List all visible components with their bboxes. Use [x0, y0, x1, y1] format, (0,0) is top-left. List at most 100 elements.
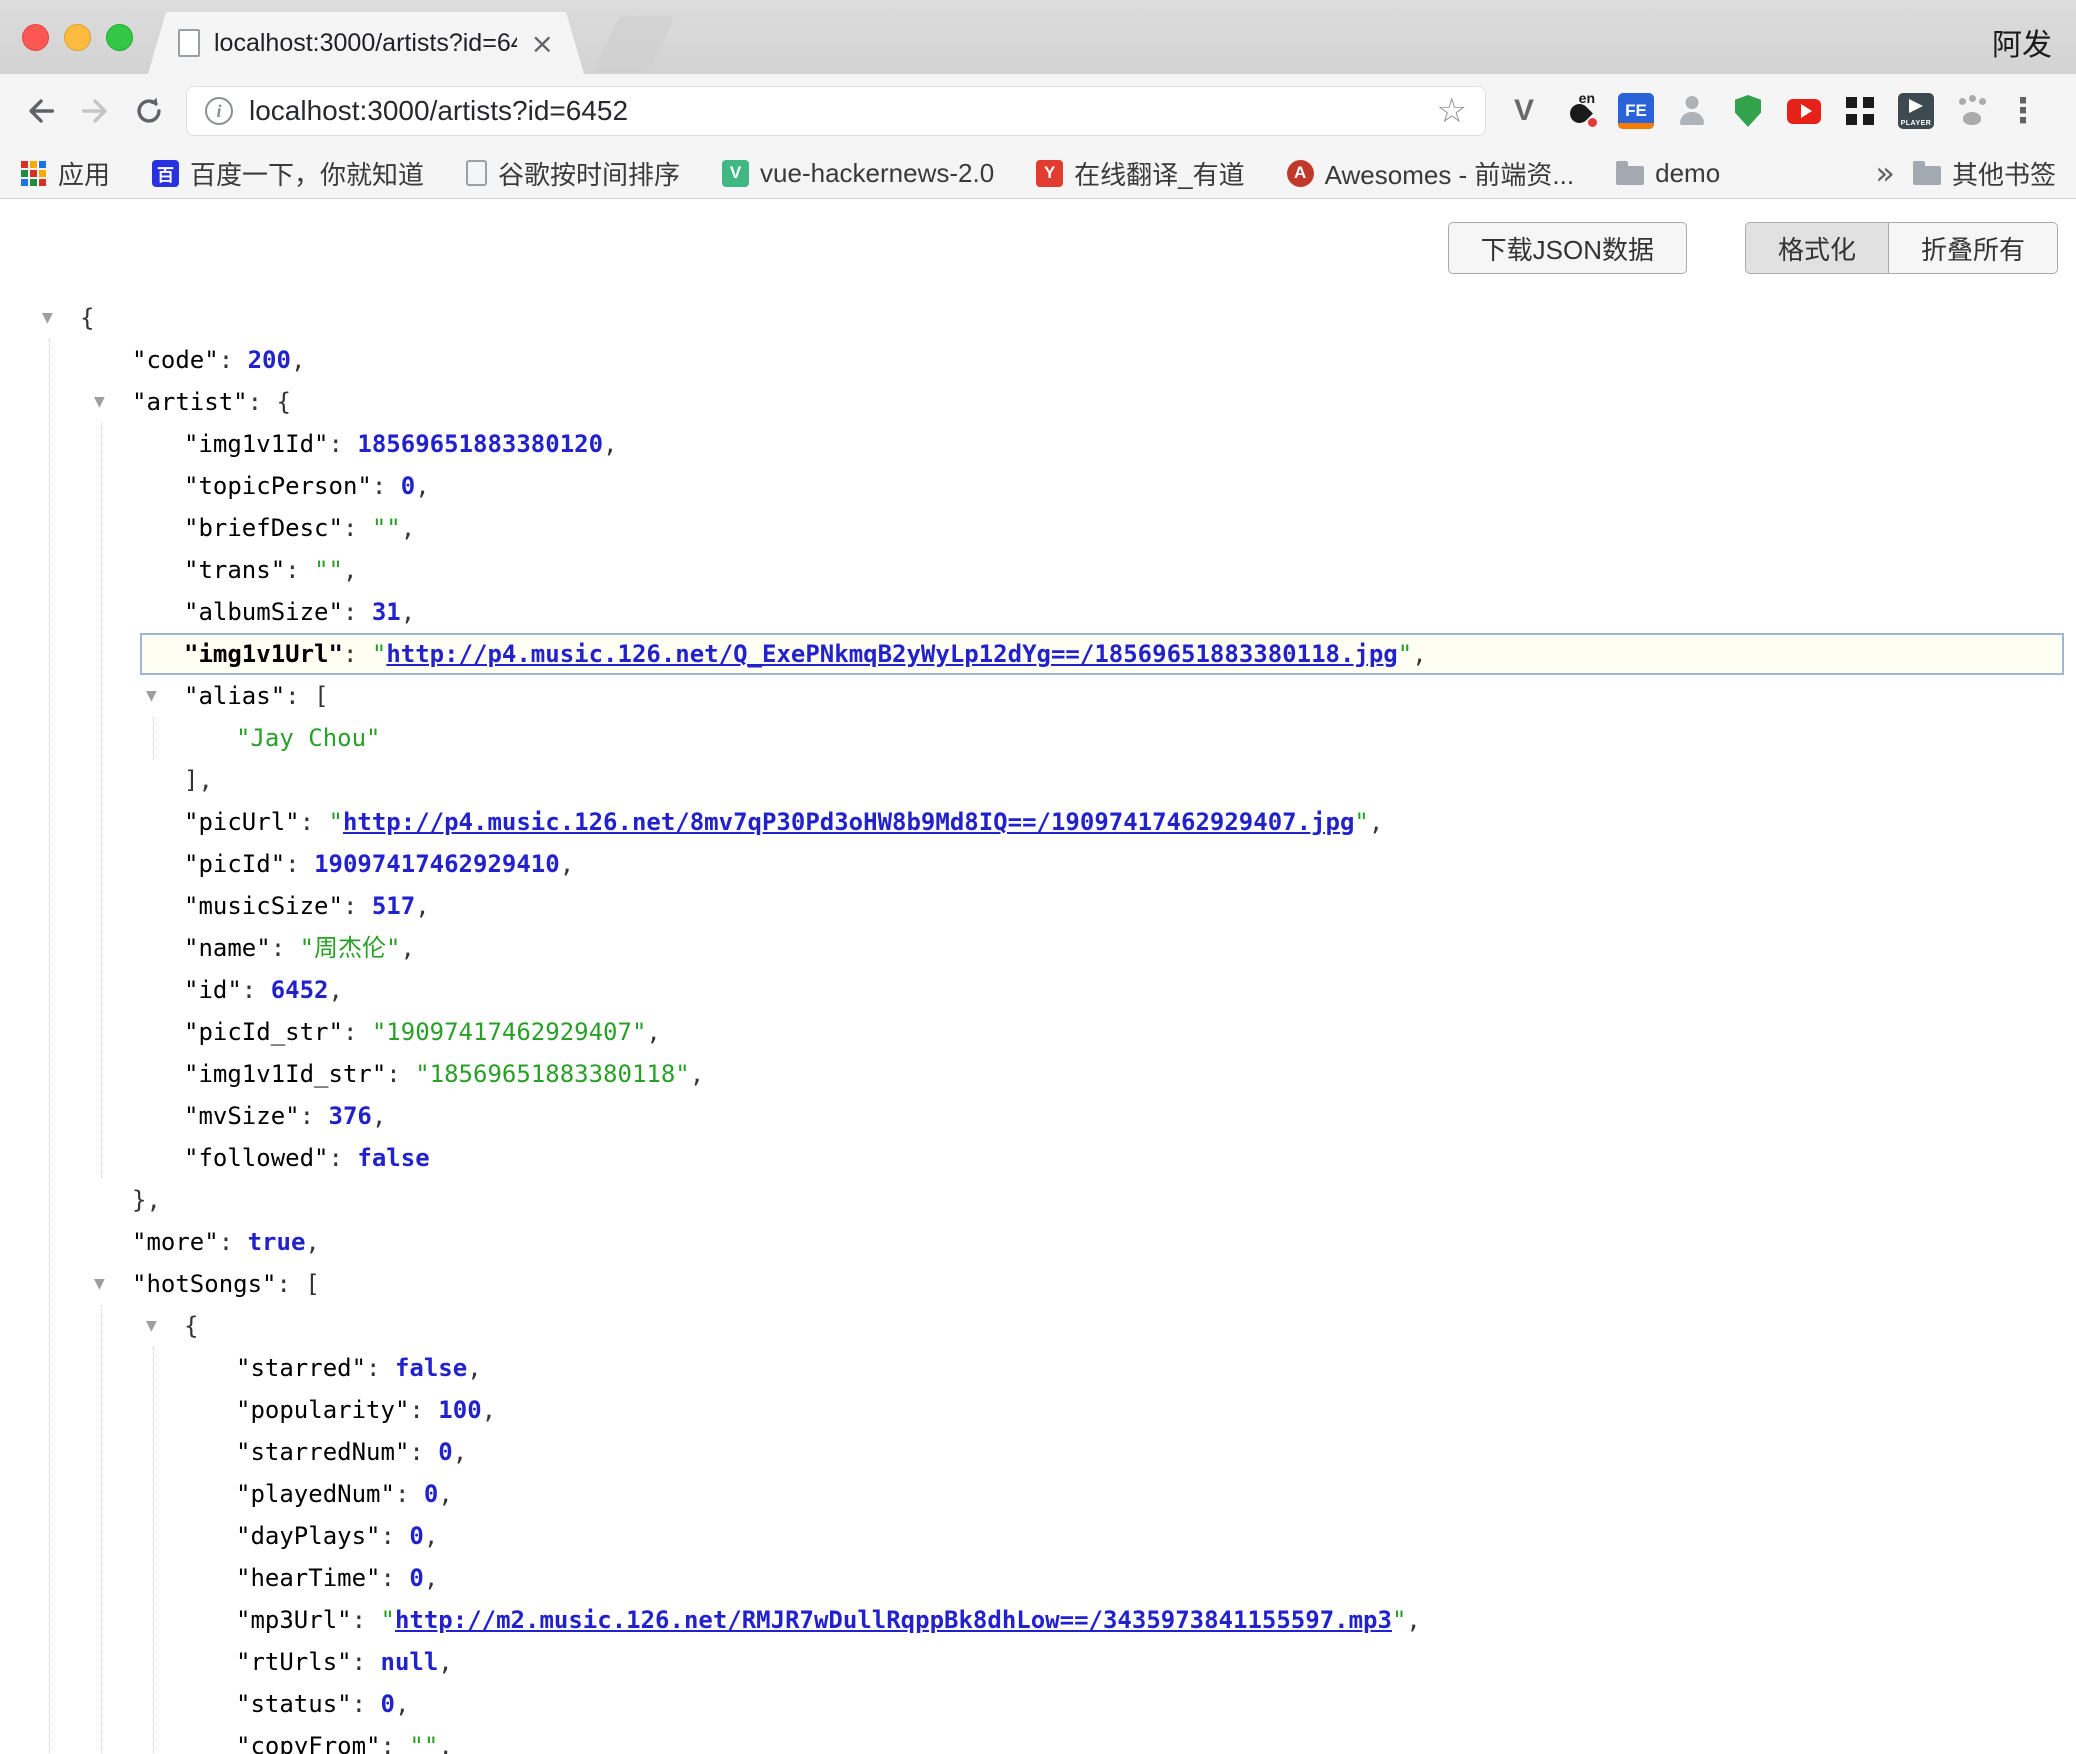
json-line: "albumSize": 31,: [0, 591, 2076, 633]
bookmark-star-icon[interactable]: ☆: [1437, 91, 1467, 131]
other-bookmarks[interactable]: 其他书签: [1913, 155, 2056, 192]
browser-window: localhost:3000/artists?id=645 × 阿发 i loc…: [0, 0, 2076, 1754]
tab-favicon-page-icon: [178, 29, 200, 57]
json-line: "code": 200,: [0, 339, 2076, 381]
window-controls: [22, 24, 133, 51]
json-url-link[interactable]: http://p4.music.126.net/Q_ExePNkmqB2yWyL…: [386, 640, 1397, 668]
bookmark-item[interactable]: Vvue-hackernews-2.0: [722, 158, 994, 189]
bookmark-items: 应用 百百度一下，你就知道 谷歌按时间排序 Vvue-hackernews-2.0 Y在…: [20, 155, 1720, 192]
json-line: "rtUrls": null,: [0, 1641, 2076, 1683]
address-bar[interactable]: i localhost:3000/artists?id=6452 ☆: [186, 86, 1486, 136]
json-viewer: ▼{"code": 200,▼"artist": {"img1v1Id": 18…: [0, 297, 2076, 1754]
json-line: "topicPerson": 0,: [0, 465, 2076, 507]
collapse-toggle-icon[interactable]: ▼: [94, 1263, 105, 1305]
format-button[interactable]: 格式化: [1745, 222, 1889, 274]
bookmarks-overflow-icon[interactable]: »: [1857, 154, 1913, 192]
baidu-favicon: 百: [152, 160, 179, 187]
navigation-bar: i localhost:3000/artists?id=6452 ☆ Ven FE…: [0, 74, 2076, 148]
paw-icon[interactable]: [1954, 93, 1990, 129]
json-line: ▼"alias": [: [0, 675, 2076, 717]
bookmark-item[interactable]: Y 在线翻译_有道: [1036, 155, 1244, 192]
browser-tab[interactable]: localhost:3000/artists?id=645 ×: [148, 12, 584, 74]
collapse-toggle-icon[interactable]: ▼: [146, 675, 157, 717]
back-button[interactable]: [18, 88, 64, 134]
person-icon[interactable]: [1674, 93, 1710, 129]
awesomes-favicon: A: [1287, 160, 1314, 187]
download-json-button[interactable]: 下载JSON数据: [1448, 222, 1687, 274]
collapse-all-button[interactable]: 折叠所有: [1889, 222, 2058, 274]
json-line: "mvSize": 376,: [0, 1095, 2076, 1137]
json-line: "popularity": 100,: [0, 1389, 2076, 1431]
youdao-favicon: Y: [1036, 160, 1063, 187]
json-line: "more": true,: [0, 1221, 2076, 1263]
json-line: "picId": 19097417462929410,: [0, 843, 2076, 885]
bookmark-label: 应用: [58, 155, 110, 192]
json-line: ▼"hotSongs": [: [0, 1263, 2076, 1305]
folder-icon: [1913, 166, 1941, 185]
json-line: "dayPlays": 0,: [0, 1515, 2076, 1557]
json-url-link[interactable]: http://m2.music.126.net/RMJR7wDullRqppBk…: [395, 1606, 1392, 1634]
json-line: "trans": "",: [0, 549, 2076, 591]
vimium-icon[interactable]: V: [1506, 93, 1542, 129]
fe-icon-glyph: FE: [1625, 101, 1647, 121]
bookmark-item[interactable]: 谷歌按时间排序: [466, 155, 680, 192]
json-line: "followed": false: [0, 1137, 2076, 1179]
vimium-icon-glyph: V: [1514, 94, 1534, 128]
indent-guide: [101, 1305, 102, 1754]
bookmark-label: Awesomes - 前端资...: [1325, 155, 1574, 192]
json-line: },: [0, 1179, 2076, 1221]
json-line: "playedNum": 0,: [0, 1473, 2076, 1515]
forward-button[interactable]: [72, 88, 118, 134]
json-line-highlighted: "img1v1Url": "http://p4.music.126.net/Q_…: [140, 633, 2064, 675]
json-line: ▼{: [0, 297, 2076, 339]
json-line: "name": "周杰伦",: [0, 927, 2076, 969]
player-icon[interactable]: PLAYER: [1898, 93, 1934, 129]
tab-title: localhost:3000/artists?id=645: [214, 29, 517, 58]
collapse-toggle-icon[interactable]: ▼: [146, 1305, 157, 1347]
json-line: "copyFrom": "",: [0, 1725, 2076, 1754]
browser-menu-icon[interactable]: ⋮: [2006, 91, 2040, 131]
collapse-toggle-icon[interactable]: ▼: [94, 381, 105, 423]
tab-close-icon[interactable]: ×: [531, 27, 554, 60]
zoom-window-button[interactable]: [106, 24, 133, 51]
collapse-toggle-icon[interactable]: ▼: [42, 297, 53, 339]
qr-icon[interactable]: [1842, 93, 1878, 129]
indent-guide: [153, 1347, 154, 1754]
profile-name[interactable]: 阿发: [1992, 20, 2052, 64]
url-text: localhost:3000/artists?id=6452: [249, 95, 1437, 127]
extension-icons: Ven FE PLAYER: [1506, 93, 1990, 129]
reload-button[interactable]: [126, 88, 172, 134]
page-icon: [466, 160, 487, 186]
tab-bar: localhost:3000/artists?id=645 × 阿发: [0, 0, 2076, 74]
shield-icon[interactable]: [1730, 93, 1766, 129]
player-icon-glyph: PLAYER: [1898, 120, 1934, 127]
json-line: "picUrl": "http://p4.music.126.net/8mv7q…: [0, 801, 2076, 843]
translate-icon[interactable]: en: [1562, 93, 1598, 129]
apps-grid-icon: [20, 160, 47, 187]
bookmark-item[interactable]: 百百度一下，你就知道: [152, 155, 424, 192]
json-line: "img1v1Id_str": "18569651883380118",: [0, 1053, 2076, 1095]
folder-icon: [1616, 166, 1644, 185]
json-line: "mp3Url": "http://m2.music.126.net/RMJR7…: [0, 1599, 2076, 1641]
json-url-link[interactable]: http://p4.music.126.net/8mv7qP30Pd3oHW8b…: [343, 808, 1354, 836]
bookmark-label: 在线翻译_有道: [1074, 155, 1244, 192]
fe-icon[interactable]: FE: [1618, 93, 1654, 129]
bookmark-item[interactable]: A Awesomes - 前端资...: [1287, 155, 1574, 192]
bookmark-item[interactable]: 应用: [20, 155, 110, 192]
bookmark-label: demo: [1655, 158, 1720, 189]
vue-favicon: V: [722, 160, 749, 187]
page-toolbar: 下载JSON数据 格式化 折叠所有: [1448, 222, 2058, 274]
json-line: ],: [0, 759, 2076, 801]
close-window-button[interactable]: [22, 24, 49, 51]
minimize-window-button[interactable]: [64, 24, 91, 51]
bookmark-item[interactable]: demo: [1616, 158, 1720, 189]
info-icon[interactable]: i: [205, 97, 233, 125]
indent-guide: [49, 339, 50, 1754]
new-tab-button[interactable]: [592, 16, 675, 72]
translate-icon-glyph: en: [1579, 90, 1595, 106]
json-line: "hearTime": 0,: [0, 1557, 2076, 1599]
json-line: "status": 0,: [0, 1683, 2076, 1725]
youtube-icon[interactable]: [1786, 93, 1822, 129]
json-line: ▼"artist": {: [0, 381, 2076, 423]
bookmark-label: vue-hackernews-2.0: [760, 158, 994, 189]
